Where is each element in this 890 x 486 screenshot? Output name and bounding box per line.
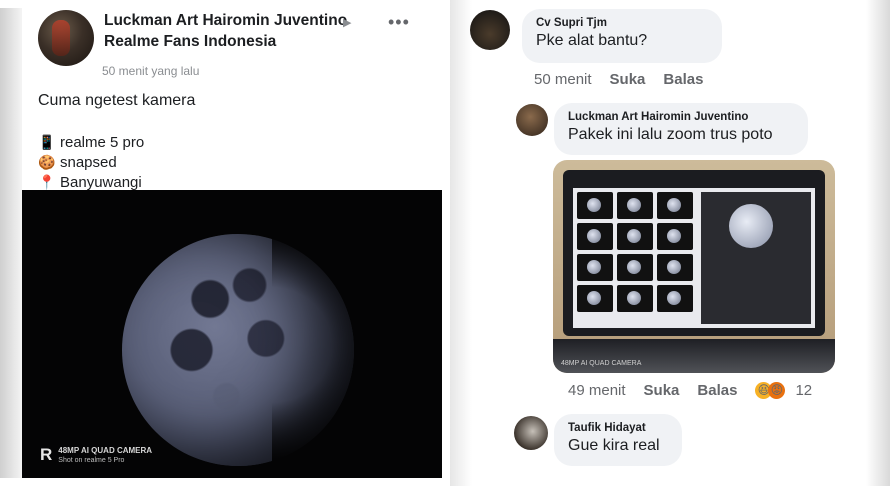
laptop-keyboard-base [553, 339, 835, 373]
thumbnail [577, 223, 613, 250]
thumbnail-grid [577, 192, 695, 312]
thumbnail [657, 254, 693, 281]
comment-bubble: Taufik Hidayat Gue kira real [554, 414, 682, 466]
post-timestamp[interactable]: 50 menit yang lalu [102, 64, 199, 78]
commenter-avatar[interactable] [470, 10, 510, 50]
comment-text: Pakek ini lalu zoom trus poto [568, 126, 773, 143]
laptop-screen [563, 170, 825, 336]
post-card: Luckman Art Hairomin Juventino ▶ Realme … [22, 8, 442, 478]
moon-photo[interactable]: R 48MP AI QUAD CAMERA Shot on realme 5 P… [22, 190, 442, 478]
moon-shadow [272, 210, 412, 478]
comment-text: Pke alat bantu? [536, 32, 648, 49]
thumbnail [617, 192, 653, 219]
panel-shadow [0, 8, 22, 478]
thumbnail [617, 285, 653, 312]
post-line-location: 📍 Banyuwangi [38, 174, 142, 191]
post-panel: Luckman Art Hairomin Juventino ▶ Realme … [0, 0, 445, 486]
watermark-camera-text: 48MP AI QUAD CAMERA [58, 446, 153, 455]
image-search-results [573, 188, 815, 328]
post-group-name[interactable]: Realme Fans Indonesia [104, 33, 276, 51]
thumbnail [617, 223, 653, 250]
comment-photo[interactable]: 48MP AI QUAD CAMERA [553, 160, 835, 373]
comment-author[interactable]: Cv Supri Tjm [536, 17, 708, 29]
like-button[interactable]: Suka [644, 382, 680, 399]
comment-time[interactable]: 50 menit [534, 71, 592, 88]
reply-button[interactable]: Balas [697, 382, 737, 399]
comment-text: Gue kira real [568, 437, 660, 454]
cookie-icon: 🍪 [38, 154, 56, 170]
thumbnail [577, 285, 613, 312]
comment-author[interactable]: Luckman Art Hairomin Juventino [568, 111, 794, 123]
author-avatar[interactable] [38, 10, 94, 66]
post-line-device: 📱 realme 5 pro [38, 134, 144, 151]
thumbnail [617, 254, 653, 281]
reaction-count: 12 [795, 382, 813, 399]
device-text: realme 5 pro [60, 134, 145, 151]
comment-author[interactable]: Taufik Hidayat [568, 422, 668, 434]
panel-fade [450, 0, 472, 486]
more-options-icon[interactable]: ••• [388, 12, 410, 33]
thumbnail [577, 192, 613, 219]
comment-bubble: Cv Supri Tjm Pke alat bantu? [522, 9, 722, 63]
comment-time[interactable]: 49 menit [568, 382, 626, 399]
comments-panel: Cv Supri Tjm Pke alat bantu? 50 menit Su… [450, 0, 890, 486]
location-pin-icon: 📍 [38, 174, 56, 190]
phone-icon: 📱 [38, 134, 56, 150]
realme-logo-icon: R [40, 445, 53, 464]
app-text: snapsed [60, 154, 117, 171]
image-viewer [701, 192, 811, 324]
commenter-avatar[interactable] [514, 416, 548, 450]
panel-edge [866, 0, 890, 486]
post-text: Cuma ngetest kamera [38, 92, 196, 109]
angry-reaction-icon: 😡 [768, 382, 786, 399]
watermark-device-text: Shot on realme 5 Pro [58, 457, 125, 464]
comment-actions: 49 menit Suka Balas 😆 😡 12 [568, 382, 812, 399]
like-button[interactable]: Suka [610, 71, 646, 88]
reactions-summary[interactable]: 😆 😡 12 [755, 382, 812, 399]
location-text: Banyuwangi [60, 174, 142, 191]
photo-watermark: 48MP AI QUAD CAMERA [561, 360, 642, 367]
reply-button[interactable]: Balas [663, 71, 703, 88]
arrow-right-icon: ▶ [343, 17, 352, 29]
post-line-app: 🍪 snapsed [38, 154, 117, 171]
camera-watermark: R 48MP AI QUAD CAMERA Shot on realme 5 P… [40, 446, 152, 465]
thumbnail [657, 192, 693, 219]
thumbnail [657, 223, 693, 250]
thumbnail [577, 254, 613, 281]
post-author-name[interactable]: Luckman Art Hairomin Juventino [104, 12, 347, 30]
moon-preview [729, 204, 773, 248]
thumbnail [657, 285, 693, 312]
commenter-avatar[interactable] [516, 104, 548, 136]
comment-actions: 50 menit Suka Balas [534, 71, 703, 88]
comment-bubble: Luckman Art Hairomin Juventino Pakek ini… [554, 103, 808, 155]
